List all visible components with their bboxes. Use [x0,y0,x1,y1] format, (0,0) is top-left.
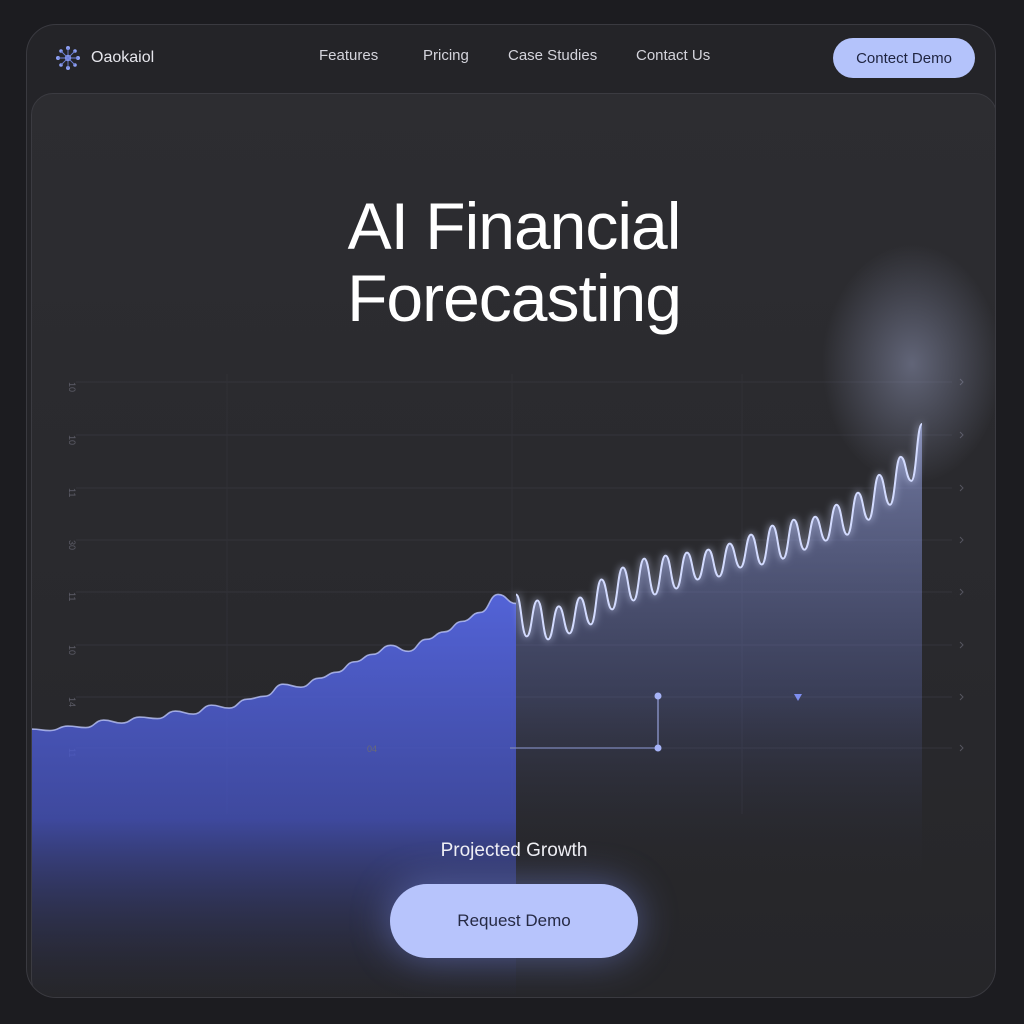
y-tick-label: 10 [67,645,77,655]
chevron-right-icon [959,588,964,596]
chevron-right-icon [959,641,964,649]
y-axis-ticks: 1010113011101411 [67,382,77,757]
page-title: AI Financial Forecasting [32,189,995,335]
brand-name: Oaokaiol [91,49,155,66]
nav-link-features[interactable]: Features [319,47,378,64]
nav-link-contact-us[interactable]: Contact Us [636,47,710,64]
y-tick-label: 30 [67,540,77,550]
app-window: Oaokaiol Features Pricing Case Studies C… [26,24,996,998]
y-tick-label: 10 [67,435,77,445]
top-navigation: Oaokaiol Features Pricing Case Studies C… [27,25,995,91]
chevron-right-icon [959,484,964,492]
brand-logo[interactable]: Oaokaiol [53,43,154,73]
y-tick-label: 11 [67,592,77,601]
forecast-area [516,424,922,874]
marker-point-top[interactable] [654,692,662,700]
y-tick-label: 14 [67,697,77,707]
x-tick-label: 04 [367,744,377,754]
request-demo-button[interactable]: Request Demo [390,884,638,958]
marker-point-bottom[interactable] [654,744,662,752]
network-nodes-icon [56,46,80,70]
nav-link-pricing[interactable]: Pricing [423,47,469,64]
nav-link-case-studies[interactable]: Case Studies [508,47,597,64]
chevron-right-icon [959,744,964,752]
chart-caption: Projected Growth [440,840,588,861]
chevron-right-icon [959,536,964,544]
chevron-right-icon [959,693,964,701]
title-line-2: Forecasting [347,261,682,335]
title-line-1: AI Financial [347,189,682,263]
y-tick-label: 10 [67,382,77,392]
contact-demo-button[interactable]: Contect Demo [833,38,975,78]
hero-panel: 1010113011101411 04 AI Financial Forecas… [31,93,995,997]
y-tick-label: 11 [67,488,77,497]
